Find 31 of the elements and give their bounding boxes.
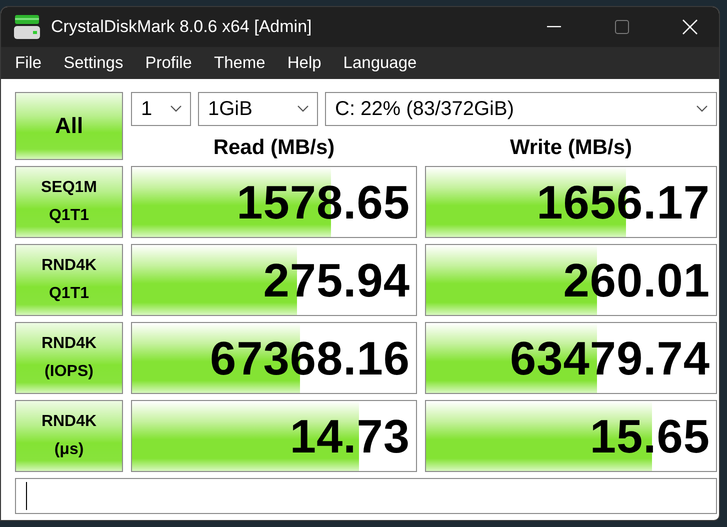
chevron-icon [170, 105, 182, 113]
column-header: Write (MB/s) [508, 136, 634, 160]
menu-item[interactable]: Help [276, 50, 332, 76]
minimize-icon [547, 26, 561, 28]
disk-icon [13, 14, 41, 40]
drive-dropdown[interactable]: C: 22% (83/372GiB) [325, 92, 717, 126]
test-button[interactable]: RND4K (μs) [15, 400, 123, 472]
result-value: 63479.74 [510, 334, 710, 382]
window-title: CrystalDiskMark 8.0.6 x64 [Admin] [51, 17, 313, 37]
result-value: 67368.16 [210, 334, 410, 382]
result-value: 1656.17 [536, 178, 710, 226]
count-dropdown[interactable]: 1 [131, 92, 191, 126]
result-value: 15.65 [590, 412, 710, 460]
test-button[interactable]: RND4K (IOPS) [15, 322, 123, 394]
test-button[interactable]: RND4K Q1T1 [15, 244, 123, 316]
result-value: 275.94 [263, 256, 410, 304]
menu-item[interactable]: Settings [52, 50, 134, 76]
menu-item[interactable]: Language [332, 50, 428, 76]
comment-field[interactable] [15, 478, 717, 514]
test-button[interactable]: SEQ1M Q1T1 [15, 166, 123, 238]
maximize-icon [615, 20, 629, 34]
result-value: 260.01 [563, 256, 710, 304]
close-icon [682, 19, 698, 35]
chevron-icon [696, 105, 708, 113]
menu-item[interactable]: Theme [203, 50, 276, 76]
size-dropdown[interactable]: 1GiB [198, 92, 318, 126]
menu-item[interactable]: File [4, 50, 53, 76]
column-header: Read (MB/s) [212, 136, 336, 160]
run-all-button[interactable]: All [15, 92, 123, 160]
menu-item[interactable]: Profile [134, 50, 203, 76]
chevron-icon [297, 105, 309, 113]
